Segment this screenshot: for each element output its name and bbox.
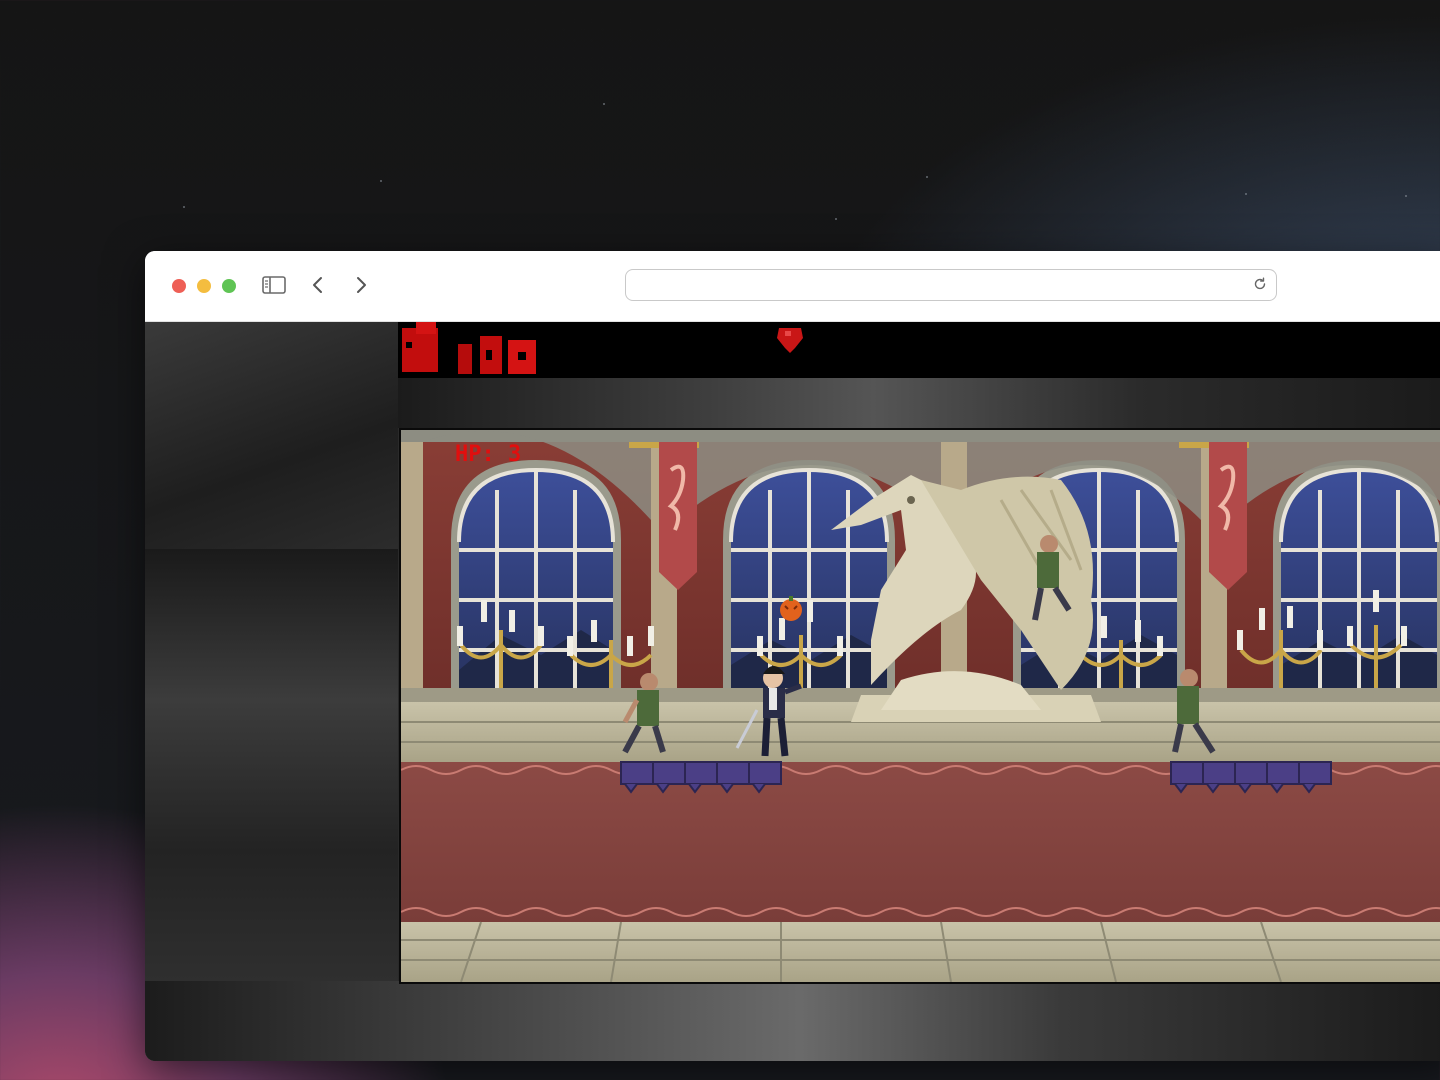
- address-input[interactable]: [636, 274, 1230, 296]
- zoom-window-button[interactable]: [222, 279, 236, 293]
- browser-toolbar: [145, 251, 1440, 322]
- background-art-castle-banner: [145, 981, 1440, 1061]
- close-window-button[interactable]: [172, 279, 186, 293]
- hp-counter: HP: 3: [455, 442, 522, 467]
- reload-icon: [1254, 277, 1266, 290]
- browser-window: HP: 3: [145, 251, 1440, 1061]
- forward-button[interactable]: [348, 271, 376, 299]
- page-content: HP: 3: [145, 322, 1440, 1061]
- background-art-castle-strip: [398, 378, 1440, 428]
- window-arch-2: [723, 460, 895, 692]
- chevron-left-icon: [313, 277, 322, 293]
- red-orb-sprite: [777, 328, 803, 353]
- red-demon-sprite: [402, 322, 536, 374]
- address-bar[interactable]: [625, 269, 1277, 301]
- window-arch-4: [1273, 460, 1440, 692]
- sidebar-toggle-button[interactable]: [259, 271, 289, 299]
- background-art-tile: [145, 322, 398, 549]
- minimize-window-button[interactable]: [197, 279, 211, 293]
- game-canvas[interactable]: HP: 3: [399, 428, 1440, 984]
- chevron-right-icon: [357, 277, 366, 293]
- sidebar-icon: [262, 276, 286, 294]
- sprite-preview-strip: [398, 322, 1440, 378]
- castle-hall-scene: [401, 430, 1440, 982]
- background-art-tile: [145, 549, 398, 981]
- reload-button[interactable]: [1252, 276, 1268, 292]
- back-button[interactable]: [303, 271, 331, 299]
